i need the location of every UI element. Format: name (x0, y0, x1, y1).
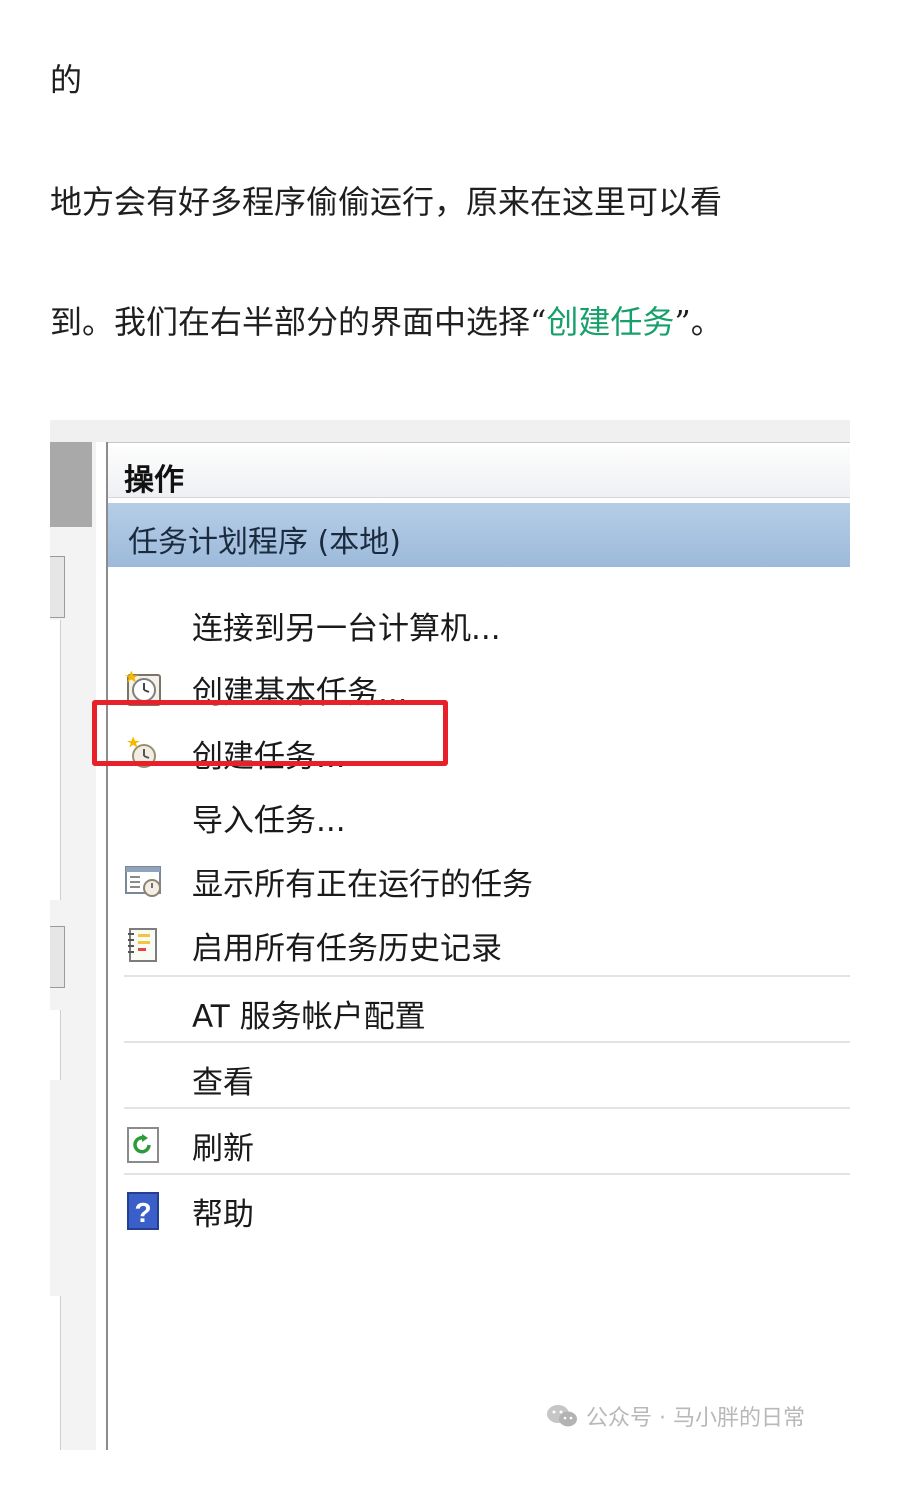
left-pane-control[interactable] (50, 926, 65, 988)
section-task-scheduler-local[interactable]: 任务计划程序 (本地) (108, 503, 850, 567)
action-label: 导入任务... (192, 803, 346, 839)
action-show-running-tasks[interactable]: 显示所有正在运行的任务 (108, 849, 850, 911)
left-pane-white-area (50, 1296, 61, 1450)
menu-separator (124, 1041, 850, 1043)
action-label: AT 服务帐户配置 (192, 999, 426, 1035)
left-pane-header (50, 442, 92, 527)
actions-pane: 操作 任务计划程序 (本地) 连接到另一台计算机... 创建基本任务... 创建… (108, 442, 850, 1450)
article-line-1: 的 (50, 61, 83, 99)
action-label: 显示所有正在运行的任务 (192, 867, 533, 903)
article-line-3: 到。我们在右半部分的界面中选择“创建任务”。 (50, 302, 723, 342)
action-help[interactable]: ? 帮助 (108, 1179, 850, 1241)
help-icon: ? (124, 1191, 164, 1231)
wechat-icon (546, 1403, 578, 1435)
actions-pane-title: 操作 (124, 463, 184, 498)
left-pane-control[interactable] (50, 556, 65, 618)
section-title: 任务计划程序 (本地) (128, 525, 401, 560)
action-label: 连接到另一台计算机... (192, 611, 501, 647)
article-line-2: 地方会有好多程序偷偷运行，原来在这里可以看 (50, 183, 723, 221)
action-connect-another-computer[interactable]: 连接到另一台计算机... (108, 593, 850, 655)
action-label: 启用所有任务历史记录 (192, 931, 502, 967)
window-top-strip (50, 420, 850, 442)
running-tasks-icon (124, 861, 164, 901)
action-label: 查看 (192, 1065, 254, 1101)
watermark: 公众号 · 马小胖的日常 (546, 1400, 805, 1435)
refresh-icon (124, 1125, 164, 1165)
actions-pane-header: 操作 (108, 447, 850, 498)
left-pane-white-area (50, 1010, 61, 1080)
action-label: 刷新 (192, 1131, 254, 1167)
highlight-rectangle (92, 700, 448, 766)
article-line-3-before: 到。我们在右半部分的界面中选择“ (50, 303, 547, 341)
action-enable-task-history[interactable]: 启用所有任务历史记录 (108, 913, 850, 975)
menu-separator (124, 975, 850, 977)
action-label: 帮助 (192, 1197, 254, 1233)
highlight-create-task-text: 创建任务 (546, 303, 675, 341)
action-at-service-account-config[interactable]: AT 服务帐户配置 (108, 981, 850, 1043)
action-view[interactable]: 查看 (108, 1047, 850, 1109)
menu-separator (124, 1107, 850, 1109)
article-line-3-after: ”。 (674, 303, 723, 341)
task-scheduler-screenshot: 操作 任务计划程序 (本地) 连接到另一台计算机... 创建基本任务... 创建… (50, 420, 850, 1450)
task-history-icon (124, 925, 164, 965)
left-pane-white-area (50, 620, 61, 900)
watermark-text: 公众号 · 马小胖的日常 (586, 1406, 805, 1431)
svg-text:?: ? (134, 1197, 151, 1228)
action-import-task[interactable]: 导入任务... (108, 785, 850, 847)
action-refresh[interactable]: 刷新 (108, 1113, 850, 1175)
menu-separator (124, 1173, 850, 1175)
